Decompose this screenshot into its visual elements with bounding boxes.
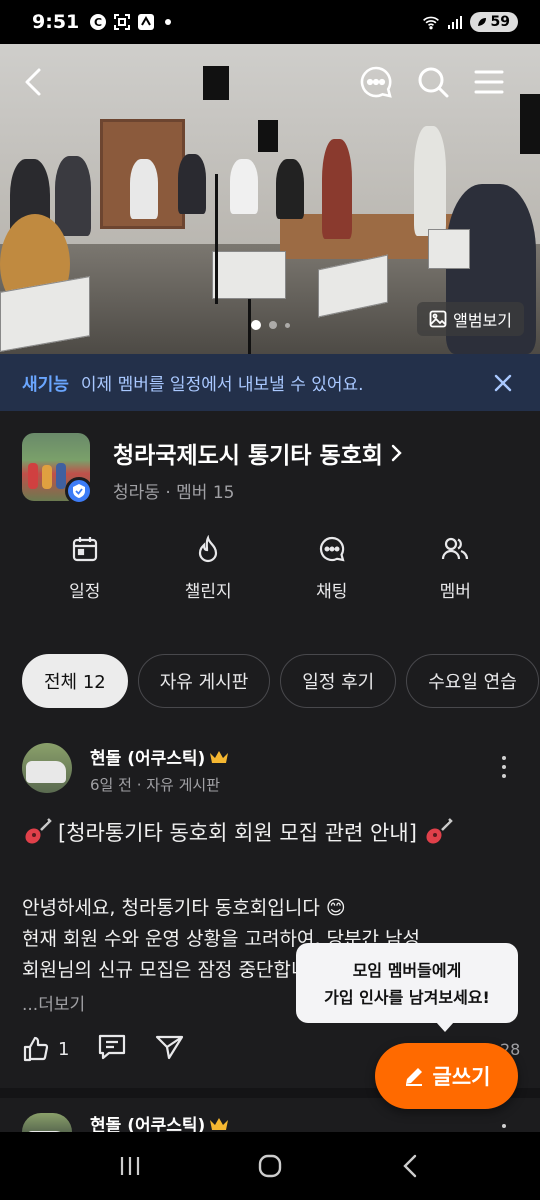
challenge-button[interactable]: 챌린지: [147, 535, 271, 615]
post-author[interactable]: 현돌 (어쿠스틱): [90, 744, 229, 769]
members-icon: [442, 537, 469, 560]
menu-button[interactable]: [467, 60, 511, 104]
post-time: 6일 전: [90, 776, 132, 794]
tab-wednesday-practice[interactable]: 수요일 연습: [406, 654, 539, 708]
feature-banner[interactable]: 새기능 이제 멤버를 일정에서 내보낼 수 있어요.: [0, 354, 540, 411]
banner-text: 이제 멤버를 일정에서 내보낼 수 있어요.: [80, 375, 364, 395]
c-app-icon: C: [89, 13, 107, 31]
post-meta: 6일 전 · 자유 게시판: [90, 776, 221, 794]
search-icon: [418, 67, 449, 98]
flame-icon: [199, 535, 218, 563]
thumbs-up-icon: [23, 1036, 49, 1062]
group-name-link[interactable]: 청라국제도시 통기타 동호회: [113, 436, 403, 470]
status-bar: 9:51 C 59: [0, 0, 540, 44]
avatar[interactable]: [22, 743, 72, 793]
back-arrow-icon: [25, 68, 41, 96]
status-time: 9:51: [32, 11, 80, 33]
chat-bubble-icon: [360, 66, 392, 98]
post-title[interactable]: [청라통기타 동호회 회원 모집 관련 안내]: [22, 817, 453, 847]
carousel-dot: [284, 322, 290, 328]
screenshot-icon: [113, 13, 131, 31]
board-tabs: 전체 12 자유 게시판 일정 후기 수요일 연습: [22, 654, 539, 708]
crown-icon: [210, 1117, 229, 1130]
write-post-button[interactable]: 글쓰기: [375, 1043, 518, 1109]
chat-button[interactable]: [354, 60, 398, 104]
battery-indicator: 59: [469, 12, 518, 32]
recent-apps-icon: [120, 1157, 140, 1175]
album-view-button[interactable]: 앨범보기: [417, 302, 524, 336]
avatar[interactable]: [22, 1113, 72, 1132]
verified-badge-icon: [65, 477, 93, 505]
tab-schedule-review[interactable]: 일정 후기: [280, 654, 397, 708]
carousel-dot: [268, 321, 277, 329]
comment-icon: [99, 1034, 126, 1060]
chevron-right-icon: [391, 444, 402, 462]
group-actions: 일정 챌린지 채팅 멤버: [0, 535, 540, 615]
back-button[interactable]: [12, 60, 56, 104]
post-board: 자유 게시판: [146, 776, 221, 794]
more-vertical-icon: [502, 1124, 506, 1128]
crown-icon: [210, 750, 229, 763]
recent-apps-button[interactable]: [100, 1136, 160, 1196]
search-button[interactable]: [411, 60, 455, 104]
chat-icon: [319, 536, 345, 562]
like-count: 1: [58, 1038, 70, 1060]
more-vertical-icon: [502, 756, 506, 760]
home-button[interactable]: [240, 1136, 300, 1196]
back-icon: [403, 1154, 417, 1178]
group-member-count: 멤버 15: [176, 483, 235, 503]
pencil-icon: [405, 1068, 422, 1086]
svg-text:C: C: [94, 16, 102, 29]
comment-button[interactable]: [97, 1033, 127, 1065]
guitar-icon: [25, 818, 52, 844]
members-button[interactable]: 멤버: [394, 535, 518, 615]
wifi-icon: [422, 13, 440, 31]
system-navigation-bar: [0, 1132, 540, 1200]
group-location: 청라동: [113, 483, 160, 503]
home-icon: [258, 1154, 282, 1178]
share-button[interactable]: [155, 1033, 185, 1065]
banner-close-button[interactable]: [488, 368, 518, 398]
album-view-label: 앨범보기: [453, 311, 512, 330]
image-icon: [429, 310, 447, 328]
tab-free-board[interactable]: 자유 게시판: [137, 654, 271, 708]
hamburger-menu-icon: [474, 70, 504, 94]
post-more-button[interactable]: [492, 752, 516, 782]
signal-icon: [446, 13, 464, 31]
more-notifications-icon: [165, 19, 172, 25]
read-more-link[interactable]: ...더보기: [22, 990, 85, 1015]
group-name: 청라국제도시 통기타 동호회: [113, 443, 383, 469]
post-more-button[interactable]: [492, 1120, 516, 1132]
close-icon: [494, 374, 512, 391]
battery-level: 59: [490, 14, 510, 30]
carousel-dot: [250, 320, 261, 330]
group-meta: 청라동 · 멤버 15: [113, 483, 235, 503]
guitar-icon: [426, 818, 453, 844]
calendar-icon: [72, 537, 97, 562]
app-notification-icon: [137, 13, 155, 31]
battery-saver-icon: [477, 18, 486, 26]
greeting-tooltip[interactable]: 모임 멤버들에게 가입 인사를 남겨보세요!: [296, 943, 518, 1032]
post-author[interactable]: 현돌 (어쿠스틱): [90, 1115, 229, 1132]
post-actions: 1: [22, 1033, 185, 1065]
chat-tab-button[interactable]: 채팅: [270, 535, 394, 615]
schedule-button[interactable]: 일정: [23, 535, 147, 615]
send-icon: [156, 1035, 184, 1060]
new-feature-badge: 새기능: [22, 375, 69, 395]
tab-all[interactable]: 전체 12: [22, 654, 128, 708]
system-back-button[interactable]: [380, 1136, 440, 1196]
like-button[interactable]: 1: [22, 1035, 69, 1063]
